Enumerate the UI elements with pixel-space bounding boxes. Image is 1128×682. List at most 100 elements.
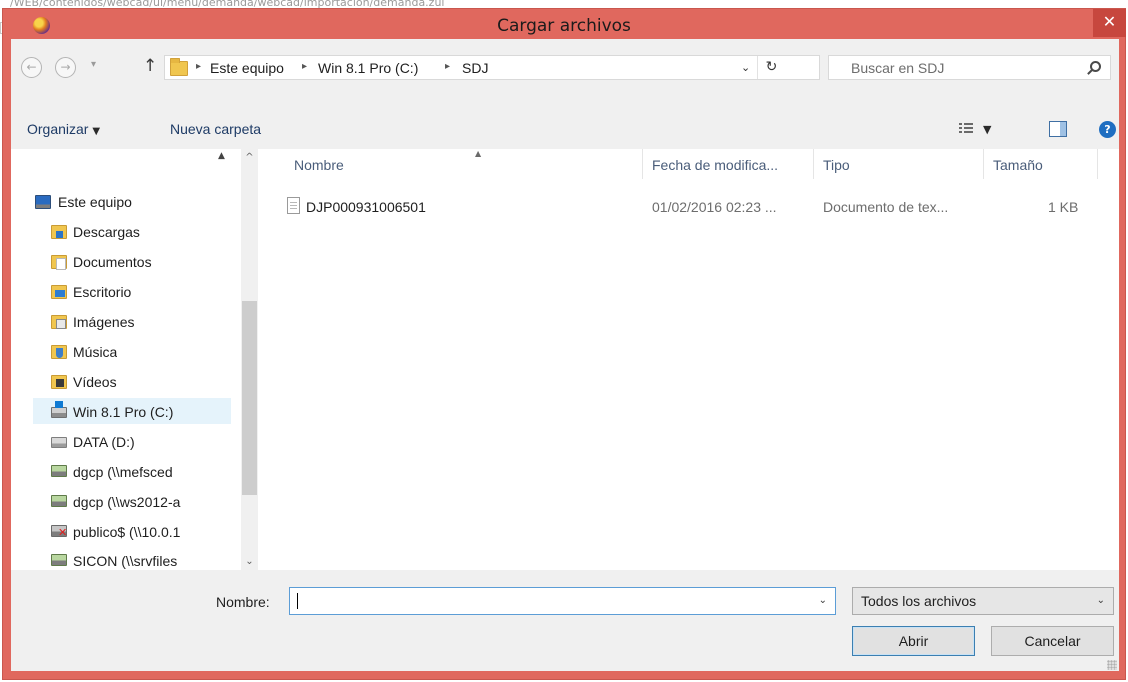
help-icon[interactable]: ? — [1099, 121, 1116, 138]
cancel-button[interactable]: Cancelar — [991, 626, 1114, 656]
organize-label: Organizar — [27, 121, 89, 137]
scroll-up-arrow-icon[interactable]: ^ — [241, 149, 258, 166]
up-one-level-button[interactable]: ↑ — [143, 56, 157, 76]
sidebar-scrollbar[interactable]: ^ ⌄ — [241, 149, 258, 570]
change-view-icon[interactable] — [959, 123, 973, 135]
music-folder-icon — [51, 345, 67, 359]
folder-icon — [170, 58, 188, 76]
network-drive-icon — [51, 495, 67, 507]
column-header-date[interactable]: Fecha de modifica... — [642, 149, 813, 179]
chevron-down-icon: ▼ — [92, 126, 101, 137]
sidebar-item-label: Descargas — [73, 224, 140, 240]
text-file-icon — [287, 197, 300, 214]
recent-locations-button[interactable]: ▾ — [91, 59, 96, 70]
sidebar-item-label: DATA (D:) — [73, 434, 135, 450]
window-title: Cargar archivos — [497, 16, 631, 36]
breadcrumb-separator-icon: ▸ — [196, 61, 202, 72]
desktop-folder-icon — [51, 285, 67, 299]
disconnected-network-drive-icon — [51, 525, 67, 538]
column-header-type[interactable]: Tipo — [813, 149, 983, 179]
sidebar-item-dgcp-ws2012[interactable]: dgcp (\\ws2012-a — [11, 489, 241, 515]
sidebar-item-imagenes[interactable]: Imágenes — [11, 309, 241, 335]
dialog-body: ← → ▾ ↑ ▸ Este equipo ▸ Win 8.1 Pro (C:)… — [11, 39, 1119, 671]
videos-folder-icon — [51, 375, 67, 389]
scrollbar-thumb[interactable] — [242, 301, 257, 495]
sidebar-item-label: Este equipo — [58, 194, 132, 210]
new-folder-button[interactable]: Nueva carpeta — [170, 121, 261, 137]
file-name-input[interactable]: ⌄ — [289, 587, 836, 615]
sidebar-item-videos[interactable]: Vídeos — [11, 369, 241, 395]
file-name: DJP000931006501 — [306, 199, 426, 215]
open-button[interactable]: Abrir — [852, 626, 975, 656]
breadcrumb-separator-icon: ▸ — [302, 61, 308, 72]
sidebar-item-label: Win 8.1 Pro (C:) — [73, 404, 174, 420]
file-name-label: Nombre: — [216, 594, 270, 610]
file-list: Nombre ▲ Fecha de modifica... Tipo Tamañ… — [258, 149, 1119, 570]
navigation-pane: ▲ Este equipo Descargas Documentos Escri… — [11, 149, 258, 570]
breadcrumb-sdj[interactable]: SDJ — [462, 60, 488, 76]
computer-icon — [35, 195, 51, 209]
sidebar-item-label: dgcp (\\ws2012-a — [73, 494, 181, 510]
sidebar-item-dgcp-mefsced[interactable]: dgcp (\\mefsced — [11, 459, 241, 485]
sidebar-item-label: SICON (\\srvfiles — [73, 553, 178, 569]
file-size: 1 KB — [1048, 199, 1079, 215]
search-icon[interactable] — [1090, 61, 1101, 72]
pictures-folder-icon — [51, 315, 67, 329]
navigation-bar: ← → ▾ ↑ ▸ Este equipo ▸ Win 8.1 Pro (C:)… — [11, 39, 1119, 91]
breadcrumb-separator-icon: ▸ — [445, 61, 451, 72]
title-bar[interactable]: Cargar archivos ✕ — [3, 9, 1126, 39]
column-header-label: Nombre — [294, 157, 344, 173]
sidebar-item-este-equipo[interactable]: Este equipo — [11, 189, 241, 215]
sidebar-item-label: publico$ (\\10.0.1 — [73, 524, 181, 540]
breadcrumb-win-drive[interactable]: Win 8.1 Pro (C:) — [318, 60, 418, 76]
sidebar-item-label: Imágenes — [73, 314, 135, 330]
sidebar-item-musica[interactable]: Música — [11, 339, 241, 365]
sidebar-item-data-drive[interactable]: DATA (D:) — [11, 429, 241, 455]
sidebar-item-win-drive[interactable]: Win 8.1 Pro (C:) — [33, 398, 231, 424]
refresh-button[interactable]: ↻ — [757, 56, 785, 79]
drive-icon — [51, 437, 67, 448]
back-button[interactable]: ← — [21, 57, 42, 78]
sidebar-item-label: Documentos — [73, 254, 152, 270]
sidebar-item-descargas[interactable]: Descargas — [11, 219, 241, 245]
close-button[interactable]: ✕ — [1093, 9, 1126, 37]
file-row[interactable]: DJP000931006501 01/02/2016 02:23 ... Doc… — [258, 196, 1119, 220]
sidebar-item-documentos[interactable]: Documentos — [11, 249, 241, 275]
address-history-dropdown[interactable]: ⌄ — [741, 61, 750, 74]
resize-grip-icon[interactable] — [1107, 660, 1117, 670]
sidebar-item-label: Música — [73, 344, 118, 360]
file-type-filter-select[interactable]: Todos los archivos ⌄ — [852, 587, 1114, 615]
network-drive-icon — [51, 465, 67, 477]
column-header-size[interactable]: Tamaño — [983, 149, 1097, 179]
address-bar[interactable]: ▸ Este equipo ▸ Win 8.1 Pro (C:) ▸ SDJ ⌄… — [164, 55, 820, 80]
dialog-footer: Nombre: ⌄ Todos los archivos ⌄ Abrir Can… — [11, 570, 1119, 671]
chevron-down-icon[interactable]: ⌄ — [819, 595, 827, 606]
preview-pane-icon[interactable] — [1049, 121, 1067, 137]
organize-menu-button[interactable]: Organizar ▼ — [27, 121, 100, 137]
breadcrumb-este-equipo[interactable]: Este equipo — [210, 60, 284, 76]
main-area: ▲ Este equipo Descargas Documentos Escri… — [11, 149, 1119, 570]
file-type-filter-value: Todos los archivos — [861, 593, 977, 609]
file-upload-dialog: Cargar archivos ✕ ← → ▾ ↑ ▸ Este equipo … — [2, 8, 1126, 680]
file-date: 01/02/2016 02:23 ... — [652, 199, 777, 215]
screen: /WEB/contenidos/webcad/ui/menu/demanda/w… — [0, 0, 1128, 682]
text-cursor — [297, 593, 298, 609]
search-box[interactable]: Buscar en SDJ — [828, 55, 1111, 80]
sidebar-item-publico[interactable]: publico$ (\\10.0.1 — [11, 519, 241, 545]
chevron-up-icon[interactable]: ▲ — [218, 151, 225, 161]
column-header-name[interactable]: Nombre ▲ — [284, 149, 642, 179]
column-divider[interactable] — [1097, 149, 1098, 179]
scroll-down-arrow-icon[interactable]: ⌄ — [241, 553, 258, 570]
sidebar-item-label: Escritorio — [73, 284, 132, 300]
network-drive-icon — [51, 554, 67, 566]
view-options-dropdown[interactable]: ▼ — [983, 123, 991, 136]
search-input[interactable]: Buscar en SDJ — [851, 60, 944, 76]
documents-folder-icon — [51, 255, 67, 270]
sidebar-item-label: Vídeos — [73, 374, 117, 390]
forward-button[interactable]: → — [55, 57, 76, 78]
downloads-folder-icon — [51, 225, 67, 239]
sidebar-item-label: dgcp (\\mefsced — [73, 464, 173, 480]
sidebar-item-escritorio[interactable]: Escritorio — [11, 279, 241, 305]
windows-drive-icon — [51, 401, 67, 418]
chevron-down-icon: ⌄ — [1096, 595, 1105, 606]
